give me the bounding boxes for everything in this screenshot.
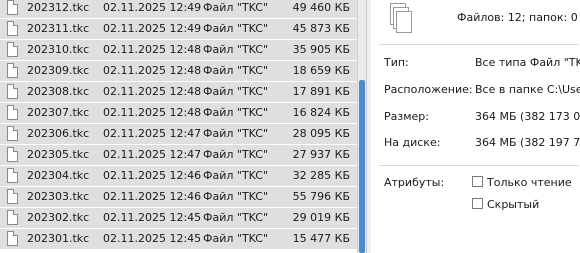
file-icon <box>7 189 18 204</box>
disk-size-value: 364 МБ (382 197 760 б <box>475 136 580 149</box>
file-row[interactable]: 202305.tkc 02.11.2025 12:47 Файл "TKC" 27 9… <box>0 145 357 165</box>
file-name: 202306.tkc <box>27 127 90 140</box>
file-size: 17 891 КБ <box>292 85 350 98</box>
file-row[interactable]: 202312.tkc 02.11.2025 12:49 Файл "TKC" 49 4… <box>0 0 357 18</box>
file-date: 02.11.2025 12:45 <box>103 211 202 224</box>
file-type: Файл "TKC" <box>203 211 269 224</box>
file-name: 202304.tkc <box>27 169 90 182</box>
file-name: 202308.tkc <box>27 85 90 98</box>
file-date: 02.11.2025 12:48 <box>103 106 202 119</box>
vertical-scrollbar[interactable] <box>357 0 366 253</box>
file-row[interactable]: 202307.tkc 02.11.2025 12:48 Файл "TKC" 16 8… <box>0 103 357 123</box>
file-icon <box>7 21 18 36</box>
scrollbar-thumb[interactable] <box>359 80 365 253</box>
file-type: Файл "TKC" <box>203 169 269 182</box>
file-date: 02.11.2025 12:48 <box>103 85 202 98</box>
file-size: 45 873 КБ <box>292 22 350 35</box>
file-date: 02.11.2025 12:46 <box>103 169 202 182</box>
file-icon <box>7 210 18 225</box>
file-icon <box>7 147 18 162</box>
file-type: Файл "TKC" <box>203 148 269 161</box>
file-name: 202305.tkc <box>27 148 90 161</box>
file-icon <box>7 231 18 246</box>
file-icon <box>7 168 18 183</box>
size-label: Размер: <box>384 110 429 123</box>
file-date: 02.11.2025 12:48 <box>103 43 202 56</box>
file-icon <box>7 63 18 78</box>
file-name: 202303.tkc <box>27 190 90 203</box>
file-type: Файл "TKC" <box>203 1 269 14</box>
file-size: 16 824 КБ <box>292 106 350 119</box>
file-row[interactable]: 202308.tkc 02.11.2025 12:48 Файл "TKC" 17 8… <box>0 82 357 102</box>
file-type: Файл "TKC" <box>203 64 269 77</box>
file-row[interactable]: 202303.tkc 02.11.2025 12:46 Файл "TKC" 55 7… <box>0 187 357 207</box>
file-name: 202312.tkc <box>27 1 90 14</box>
file-row[interactable]: 202306.tkc 02.11.2025 12:47 Файл "TKC" 28 0… <box>0 124 357 144</box>
file-size: 55 796 КБ <box>292 190 350 203</box>
file-type: Файл "TKC" <box>203 127 269 140</box>
file-date: 02.11.2025 12:47 <box>103 148 202 161</box>
type-label: Тип: <box>384 56 409 69</box>
type-value: Все типа Файл "TKC" <box>475 56 580 69</box>
file-name: 202301.tkc <box>27 232 90 245</box>
file-size: 35 905 КБ <box>292 43 350 56</box>
file-icon <box>7 42 18 57</box>
file-name: 202309.tkc <box>27 64 90 77</box>
file-icon <box>7 0 18 15</box>
file-type: Файл "TKC" <box>203 106 269 119</box>
location-label: Расположение: <box>384 83 473 96</box>
file-size: 28 095 КБ <box>292 127 350 140</box>
details-pane: Файлов: 12; папок: 0 Тип: Все типа Файл … <box>371 0 580 253</box>
hidden-checkbox[interactable] <box>472 198 483 209</box>
file-type: Файл "TKC" <box>203 22 269 35</box>
file-type: Файл "TKC" <box>203 85 269 98</box>
file-row[interactable]: 202301.tkc 02.11.2025 12:45 Файл "TKC" 15 4… <box>0 229 357 249</box>
multiple-files-icon <box>390 3 414 35</box>
file-row[interactable]: 202310.tkc 02.11.2025 12:48 Файл "TKC" 35 9… <box>0 40 357 60</box>
file-type: Файл "TKC" <box>203 190 269 203</box>
size-value: 364 МБ (382 173 040 б <box>475 110 580 123</box>
file-type: Файл "TKC" <box>203 43 269 56</box>
hidden-checkbox-label[interactable]: Скрытый <box>487 198 539 211</box>
file-size: 29 019 КБ <box>292 211 350 224</box>
file-row[interactable]: 202309.tkc 02.11.2025 12:48 Файл "TKC" 18 6… <box>0 61 357 81</box>
file-list[interactable]: 202312.tkc 02.11.2025 12:49 Файл "TKC" 49 4… <box>0 0 357 253</box>
file-size: 49 460 КБ <box>292 1 350 14</box>
file-type: Файл "TKC" <box>203 232 269 245</box>
file-date: 02.11.2025 12:47 <box>103 127 202 140</box>
file-row[interactable]: 202302.tkc 02.11.2025 12:45 Файл "TKC" 29 0… <box>0 208 357 228</box>
file-date: 02.11.2025 12:45 <box>103 232 202 245</box>
file-size: 27 937 КБ <box>292 148 350 161</box>
divider <box>379 165 579 166</box>
selection-summary: Файлов: 12; папок: 0 <box>457 11 578 24</box>
file-icon <box>7 126 18 141</box>
file-name: 202311.tkc <box>27 22 90 35</box>
file-size: 18 659 КБ <box>292 64 350 77</box>
file-date: 02.11.2025 12:48 <box>103 64 202 77</box>
file-icon <box>7 84 18 99</box>
disk-size-label: На диске: <box>384 136 441 149</box>
file-size: 32 285 КБ <box>292 169 350 182</box>
file-date: 02.11.2025 12:49 <box>103 1 202 14</box>
divider <box>379 44 579 45</box>
file-date: 02.11.2025 12:46 <box>103 190 202 203</box>
readonly-checkbox-label[interactable]: Только чтение <box>487 176 572 189</box>
file-name: 202310.tkc <box>27 43 90 56</box>
attributes-label: Атрибуты: <box>384 176 445 189</box>
location-value: Все в папке C:\Users\ <box>475 83 580 96</box>
file-size: 15 477 КБ <box>292 232 350 245</box>
file-row[interactable]: 202311.tkc 02.11.2025 12:49 Файл "TKC" 45 8… <box>0 19 357 39</box>
file-name: 202307.tkc <box>27 106 90 119</box>
file-name: 202302.tkc <box>27 211 90 224</box>
file-icon <box>7 105 18 120</box>
readonly-checkbox[interactable] <box>472 176 483 187</box>
file-row[interactable]: 202304.tkc 02.11.2025 12:46 Файл "TKC" 32 2… <box>0 166 357 186</box>
file-date: 02.11.2025 12:49 <box>103 22 202 35</box>
